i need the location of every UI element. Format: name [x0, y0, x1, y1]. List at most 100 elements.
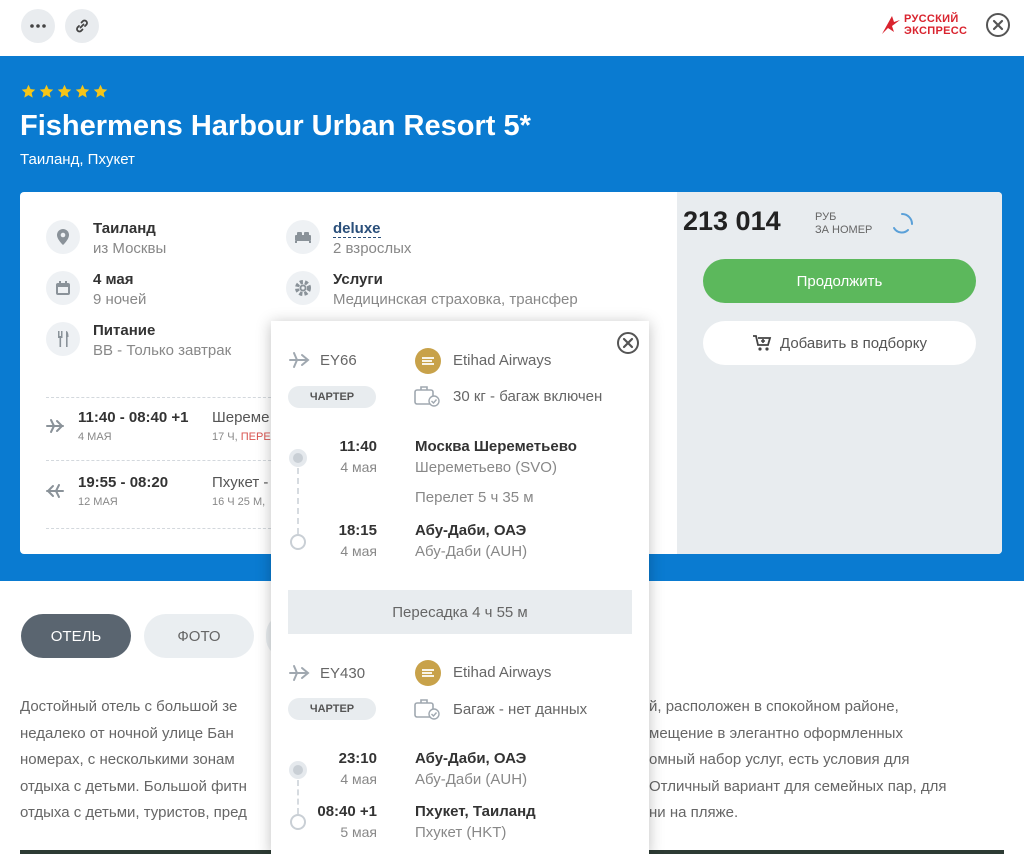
airline-name: Etihad Airways: [453, 664, 552, 681]
hotel-location: Таиланд, Пхукет: [20, 151, 135, 168]
link-button[interactable]: [65, 9, 99, 43]
price-unit: РУБ ЗА НОМЕР: [815, 211, 872, 237]
meals-value: BB - Только завтрак: [93, 342, 232, 359]
charter-badge: ЧАРТЕР: [288, 698, 376, 720]
price-per: ЗА НОМЕР: [815, 224, 873, 236]
star-rating: [21, 84, 108, 99]
baggage-check-icon: [414, 699, 440, 720]
country-info: Таиланд из Москвы: [46, 220, 276, 260]
plane-icon: [289, 665, 310, 681]
add-to-selection-label: Добавить в подборку: [780, 334, 927, 352]
departure-airport: Абу-Даби (AUH): [415, 771, 528, 788]
airline-logo-icon: [415, 660, 441, 686]
timeline-dot-start: [289, 449, 307, 467]
trip-date: 4 мая: [93, 271, 134, 288]
baggage-info: Багаж - нет данных: [453, 701, 588, 718]
plane-icon: [289, 352, 310, 368]
flight-duration: 16 Ч 25 М,: [212, 496, 266, 508]
top-bar: РУССКИЙ ЭКСПРЕСС: [0, 0, 1024, 56]
arrival-airport: Абу-Даби (AUH): [415, 543, 528, 560]
room-info: deluxe 2 взрослых: [286, 220, 616, 260]
flight-date: 4 МАЯ: [78, 431, 112, 443]
description-text-right: мещение в элегантно оформленных: [649, 724, 903, 742]
close-icon[interactable]: [985, 12, 1011, 38]
flight-times: 11:40 - 08:40 +1: [78, 409, 189, 426]
charter-badge: ЧАРТЕР: [288, 386, 376, 408]
description-text-right: ни на пляже.: [649, 804, 739, 821]
services-label: Услуги: [333, 271, 383, 288]
price-currency: РУБ: [815, 211, 837, 223]
baggage-check-icon: [414, 386, 440, 407]
timeline-dot-start: [289, 761, 307, 779]
flight-number: EY430: [320, 665, 366, 682]
arrival-time: 18:15: [338, 522, 377, 539]
arrival-city: Абу-Даби, ОАЭ: [415, 522, 527, 539]
description-text-left: Достойный отель с большой зе: [20, 698, 238, 715]
services-info: Услуги Медицинская страховка, трансфер: [286, 271, 616, 311]
departure-date: 4 мая: [340, 771, 377, 787]
location-pin-icon: [46, 220, 80, 254]
plane-left-icon: [46, 484, 64, 498]
tab-photo[interactable]: ФОТО: [144, 614, 254, 658]
add-to-selection-button[interactable]: Добавить в подборку: [703, 321, 976, 365]
flight-summary-outbound[interactable]: 11:40 - 08:40 +1 4 МАЯ Шереме 17 Ч, ПЕРЕ: [46, 397, 276, 460]
flight-details-popup: EY66 Etihad Airways ЧАРТЕР 30 кг - багаж…: [271, 321, 649, 854]
calendar-icon: [46, 271, 80, 305]
room-type-link[interactable]: deluxe: [333, 220, 381, 238]
flight-destination: Шереме: [212, 409, 270, 426]
timeline-dot-end: [290, 814, 306, 830]
duration-text: 17 Ч,: [212, 431, 241, 443]
departure-airport: Шереметьево (SVO): [415, 459, 557, 476]
transfer-info: Пересадка 4 ч 55 м: [288, 590, 632, 634]
star-icon: [39, 84, 54, 98]
services-value: Медицинская страховка, трансфер: [333, 291, 578, 308]
plane-right-icon: [46, 419, 64, 433]
brand-logo[interactable]: РУССКИЙ ЭКСПРЕСС: [880, 12, 970, 40]
meals-info: Питание BB - Только завтрак: [46, 322, 276, 362]
timeline-dot-end: [290, 534, 306, 550]
more-button[interactable]: [21, 9, 55, 43]
description-text-right: й, расположен в спокойном районе,: [649, 698, 899, 715]
dots-icon: [30, 24, 46, 28]
logo-bird-icon: [882, 16, 900, 34]
arrival-time: 08:40 +1: [317, 803, 377, 820]
continue-button[interactable]: Продолжить: [703, 259, 976, 303]
star-icon: [21, 84, 36, 98]
nights: 9 ночей: [93, 291, 147, 308]
description-text-right: Отличный вариант для семейных пар, для: [649, 777, 947, 795]
description-text-left: недалеко от ночной улице Бан: [20, 724, 234, 742]
link-icon: [76, 19, 88, 33]
description-text-left: номерах, с несколькими зонам: [20, 751, 235, 768]
fork-knife-icon: [46, 322, 80, 356]
flight-date: 12 МАЯ: [78, 496, 118, 508]
logo-text-line2: ЭКСПРЕСС: [904, 25, 968, 37]
departure-city: Абу-Даби, ОАЭ: [415, 750, 527, 767]
arrival-date: 4 мая: [340, 543, 377, 559]
meals-label: Питание: [93, 322, 156, 339]
bed-icon: [286, 220, 320, 254]
description-text-left: отдыха с детьми. Большой фитн: [20, 777, 247, 795]
transfer-flag: ПЕРЕ: [240, 431, 271, 443]
guests: 2 взрослых: [333, 240, 412, 257]
price-value: 213 014: [683, 206, 781, 236]
price-panel: [677, 192, 1002, 554]
baggage-info: 30 кг - багаж включен: [453, 388, 603, 405]
description-text-right: омный набор услуг, есть условия для: [649, 751, 910, 768]
arrival-airport: Пхукет (HKT): [415, 824, 507, 841]
departure-time: 11:40: [339, 438, 377, 455]
star-icon: [57, 84, 72, 98]
flight-duration: 17 Ч, ПЕРЕ: [212, 431, 271, 443]
description-text-left: отдыха с детьми, туристов, пред: [20, 804, 247, 821]
hotel-title: Fishermens Harbour Urban Resort 5*: [20, 110, 531, 142]
divider: [46, 460, 276, 461]
flight-destination: Пхукет -: [212, 474, 269, 491]
logo-text-line1: РУССКИЙ: [904, 13, 959, 25]
airline-name: Etihad Airways: [453, 352, 552, 369]
flight-times: 19:55 - 08:20: [78, 474, 169, 491]
loading-spinner-icon: [893, 213, 913, 234]
departure-date: 4 мая: [340, 459, 377, 475]
tab-hotel[interactable]: ОТЕЛЬ: [21, 614, 131, 658]
popup-close-icon[interactable]: [616, 331, 640, 355]
flight-summary-return[interactable]: 19:55 - 08:20 12 МАЯ Пхукет - 16 Ч 25 М,: [46, 462, 276, 525]
departure-city: из Москвы: [93, 240, 167, 257]
